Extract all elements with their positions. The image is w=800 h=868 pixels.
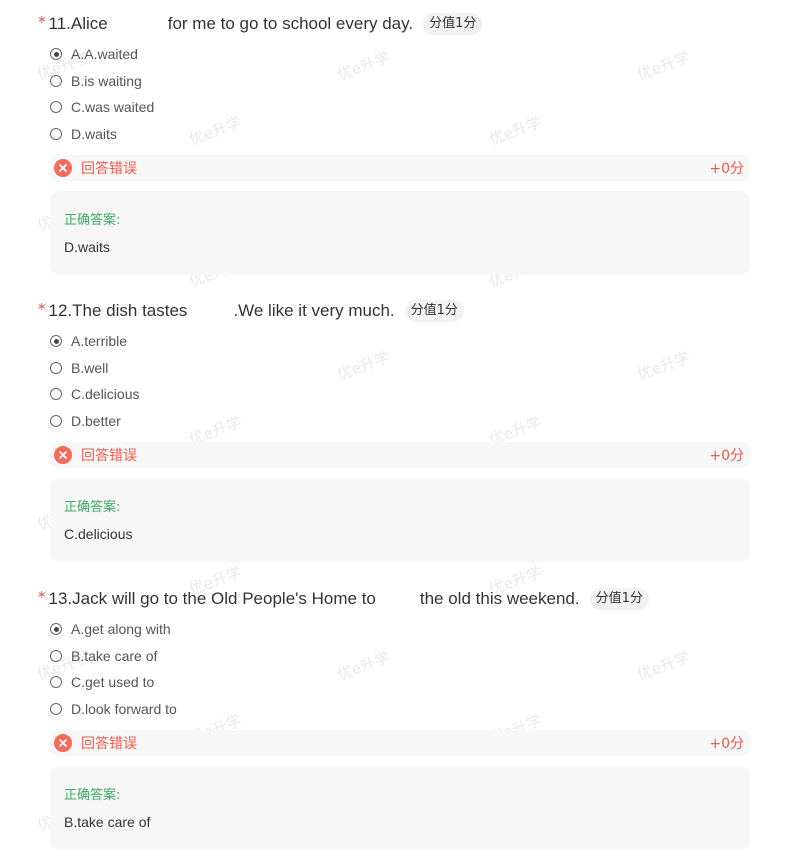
required-marker: * bbox=[38, 13, 46, 31]
result-status: 回答错误 bbox=[81, 161, 137, 177]
watermark: 优e升学 bbox=[334, 48, 392, 84]
option-label: C.delicious bbox=[71, 386, 140, 402]
option-label: D.better bbox=[71, 413, 121, 429]
result-bar: 回答错误 +0分 bbox=[50, 442, 750, 468]
radio-checked-icon[interactable] bbox=[50, 48, 62, 60]
option-label: A.A.waited bbox=[71, 46, 138, 62]
radio-icon[interactable] bbox=[50, 362, 62, 374]
points-earned: +0分 bbox=[709, 736, 744, 752]
result-bar: 回答错误 +0分 bbox=[50, 730, 750, 756]
watermark: 优e升学 bbox=[334, 648, 392, 684]
required-marker: * bbox=[38, 588, 46, 606]
correct-answer-panel: 正确答案: C.delicious bbox=[50, 478, 750, 562]
option-label: A.get along with bbox=[71, 621, 171, 637]
wrong-icon bbox=[54, 446, 72, 464]
option-label: C.was waited bbox=[71, 99, 155, 115]
watermark: 优e升学 bbox=[634, 648, 692, 684]
points-earned: +0分 bbox=[709, 448, 744, 464]
question-text-before: Alice bbox=[70, 14, 108, 33]
watermark: 优e升学 bbox=[634, 348, 692, 384]
question-text-after: the old this weekend. bbox=[419, 589, 580, 608]
option-a[interactable]: A.terrible bbox=[50, 330, 127, 352]
watermark: 优e升学 bbox=[334, 348, 392, 384]
option-c[interactable]: C.get used to bbox=[50, 671, 154, 693]
correct-answer-value: C.delicious bbox=[64, 526, 133, 542]
option-label: B.take care of bbox=[71, 648, 158, 664]
radio-icon[interactable] bbox=[50, 703, 62, 715]
question-text-after: .We like it very much. bbox=[233, 301, 395, 320]
question-text-before: The dish tastes bbox=[72, 301, 188, 320]
radio-checked-icon[interactable] bbox=[50, 335, 62, 347]
score-badge: 分值1分 bbox=[589, 588, 649, 610]
wrong-icon bbox=[54, 159, 72, 177]
option-b[interactable]: B.well bbox=[50, 357, 108, 379]
points-earned: +0分 bbox=[709, 161, 744, 177]
option-a[interactable]: A.get along with bbox=[50, 618, 171, 640]
wrong-icon bbox=[54, 734, 72, 752]
correct-answer-value: D.waits bbox=[64, 239, 110, 255]
radio-checked-icon[interactable] bbox=[50, 623, 62, 635]
correct-answer-panel: 正确答案: D.waits bbox=[50, 191, 750, 275]
watermark: 优e升学 bbox=[486, 113, 544, 149]
required-marker: * bbox=[38, 300, 46, 318]
option-d[interactable]: D.look forward to bbox=[50, 698, 177, 720]
question-number: 13. bbox=[48, 589, 73, 608]
option-label: B.well bbox=[71, 360, 109, 376]
watermark: 优e升学 bbox=[186, 113, 244, 149]
option-label: C.get used to bbox=[71, 674, 155, 690]
option-a[interactable]: A.A.waited bbox=[50, 43, 138, 65]
option-d[interactable]: D.better bbox=[50, 410, 121, 432]
question-text-after: for me to go to school every day. bbox=[167, 14, 414, 33]
question-header: * 11. Alice for me to go to school every… bbox=[38, 11, 483, 37]
score-badge: 分值1分 bbox=[404, 300, 464, 322]
watermark: 优e升学 bbox=[634, 48, 692, 84]
option-b[interactable]: B.is waiting bbox=[50, 70, 142, 92]
question-number: 11. bbox=[48, 14, 71, 33]
option-label: D.waits bbox=[71, 126, 117, 142]
result-status: 回答错误 bbox=[81, 736, 137, 752]
correct-answer-title: 正确答案: bbox=[64, 213, 121, 228]
result-status: 回答错误 bbox=[81, 448, 137, 464]
result-bar: 回答错误 +0分 bbox=[50, 155, 750, 181]
option-c[interactable]: C.delicious bbox=[50, 383, 139, 405]
option-label: D.look forward to bbox=[71, 701, 177, 717]
radio-icon[interactable] bbox=[50, 650, 62, 662]
radio-icon[interactable] bbox=[50, 75, 62, 87]
radio-icon[interactable] bbox=[50, 128, 62, 140]
correct-answer-panel: 正确答案: B.take care of bbox=[50, 766, 750, 850]
correct-answer-value: B.take care of bbox=[64, 814, 151, 830]
correct-answer-title: 正确答案: bbox=[64, 500, 121, 515]
radio-icon[interactable] bbox=[50, 676, 62, 688]
option-label: A.terrible bbox=[71, 333, 128, 349]
radio-icon[interactable] bbox=[50, 415, 62, 427]
option-c[interactable]: C.was waited bbox=[50, 96, 154, 118]
option-d[interactable]: D.waits bbox=[50, 123, 117, 145]
option-b[interactable]: B.take care of bbox=[50, 645, 157, 667]
question-number: 12. bbox=[48, 301, 73, 320]
radio-icon[interactable] bbox=[50, 388, 62, 400]
question-header: * 13. Jack will go to the Old People's H… bbox=[38, 586, 649, 612]
correct-answer-title: 正确答案: bbox=[64, 788, 121, 803]
score-badge: 分值1分 bbox=[423, 13, 483, 35]
question-text-before: Jack will go to the Old People's Home to bbox=[72, 589, 376, 608]
option-label: B.is waiting bbox=[71, 73, 142, 89]
question-header: * 12. The dish tastes .We like it very m… bbox=[38, 298, 464, 324]
radio-icon[interactable] bbox=[50, 101, 62, 113]
